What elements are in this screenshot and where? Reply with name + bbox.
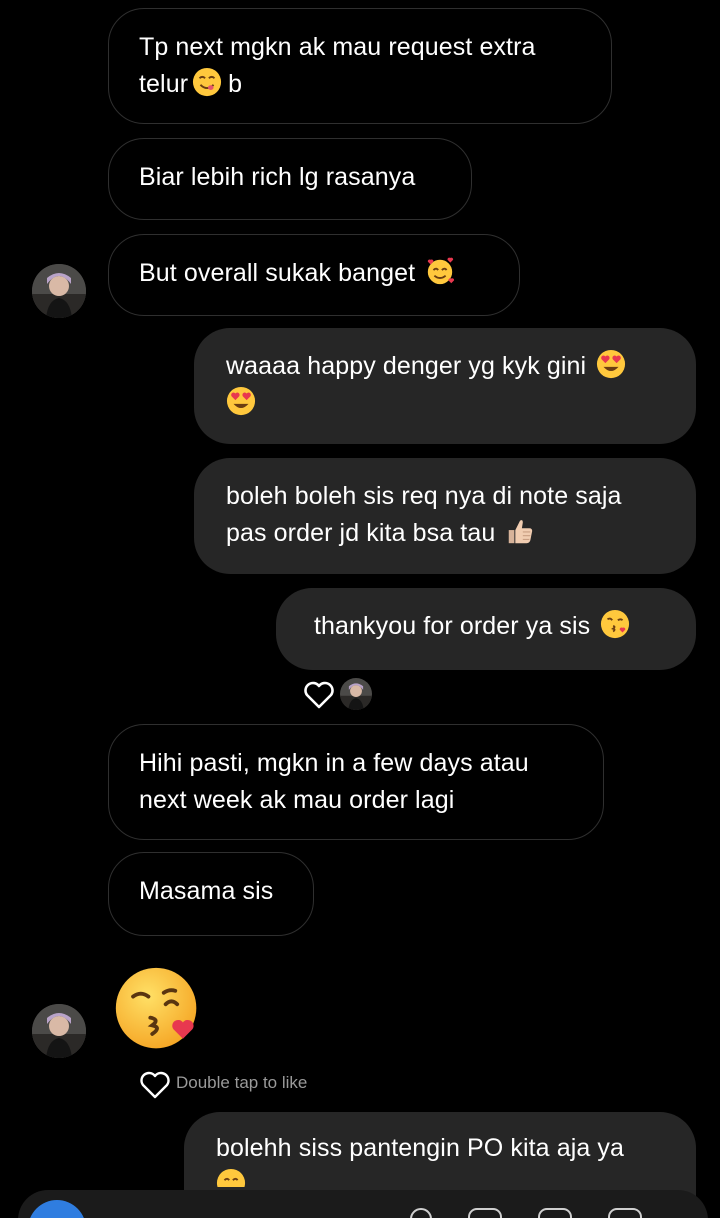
message-text-line-2: pas order jd kita bsa tau <box>226 515 664 552</box>
message-text: waaaa happy denger yg kyk gini <box>226 352 587 380</box>
face-blowing-kiss-icon[interactable] <box>112 964 204 1056</box>
message-text-line-2: telur b <box>139 66 583 103</box>
message-text-line-2 <box>226 385 664 422</box>
message-text: But overall sukak banget <box>139 259 416 287</box>
message-text-line-2: next week ak mau order lagi <box>139 786 455 814</box>
heart-outline-icon[interactable] <box>302 678 336 710</box>
double-tap-to-like[interactable]: Double tap to like <box>138 1068 308 1099</box>
incoming-message-2[interactable]: Biar lebih rich lg rasanya <box>108 138 472 220</box>
incoming-message-5[interactable]: Masama sis <box>108 852 314 936</box>
yum-face-icon <box>192 67 222 97</box>
message-text: bolehh siss pantengin PO kita aja ya <box>216 1134 625 1162</box>
outgoing-message-3[interactable]: thankyou for order ya sis <box>276 588 696 670</box>
plus-icon[interactable] <box>608 1208 642 1218</box>
microphone-icon[interactable] <box>410 1208 432 1218</box>
message-emoji-row <box>216 1167 664 1187</box>
message-reactions[interactable] <box>302 678 372 710</box>
sticker-icon[interactable] <box>538 1208 572 1218</box>
incoming-message-1[interactable]: Tp next mgkn ak mau request extra telur … <box>108 8 612 124</box>
incoming-message-4[interactable]: Hihi pasti, mgkn in a few days atau next… <box>108 724 604 840</box>
message-text-line-1: waaaa happy denger yg kyk gini <box>226 348 664 385</box>
message-text: telur <box>139 70 189 98</box>
face-blowing-kiss-icon <box>600 609 630 639</box>
incoming-message-3[interactable]: But overall sukak banget <box>108 234 520 316</box>
thumbs-up-icon <box>505 516 535 546</box>
double-tap-label: Double tap to like <box>176 1073 308 1092</box>
message-text-line-1: Hihi pasti, mgkn in a few days atau <box>139 749 529 777</box>
sender-avatar[interactable] <box>32 264 86 318</box>
message-suffix: b <box>228 70 243 98</box>
heart-outline-icon[interactable] <box>138 1068 172 1099</box>
outgoing-message-1[interactable]: waaaa happy denger yg kyk gini <box>194 328 696 444</box>
reactor-avatar <box>340 678 372 710</box>
message-text: Masama sis <box>139 877 274 905</box>
gallery-icon[interactable] <box>468 1208 502 1218</box>
composer-actions <box>410 1208 642 1218</box>
message-text: Biar lebih rich lg rasanya <box>139 163 416 191</box>
message-text: pas order jd kita bsa tau <box>226 519 496 547</box>
smiling-face-icon <box>216 1168 246 1187</box>
smiling-face-with-hearts-icon <box>425 256 455 286</box>
sender-avatar[interactable] <box>32 1004 86 1058</box>
heart-eyes-icon <box>226 386 256 416</box>
message-text: thankyou for order ya sis <box>314 612 591 640</box>
message-text-line-1: boleh boleh sis req nya di note saja <box>226 482 622 510</box>
message-text-line-1: Tp next mgkn ak mau request extra <box>139 33 536 61</box>
outgoing-message-2[interactable]: boleh boleh sis req nya di note saja pas… <box>194 458 696 574</box>
heart-eyes-icon <box>596 349 626 379</box>
